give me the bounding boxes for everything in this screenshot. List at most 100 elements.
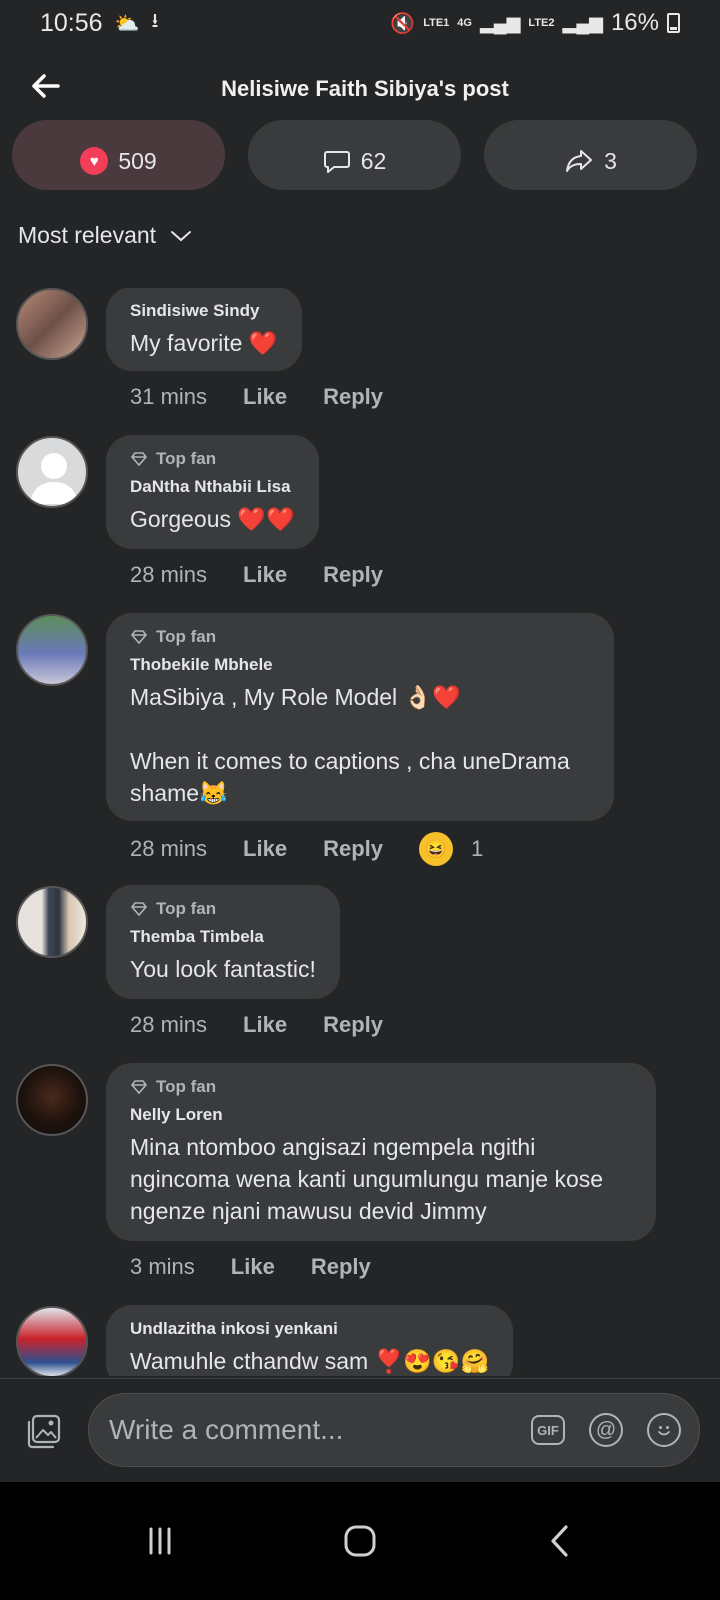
like-button[interactable]: Like <box>243 562 287 588</box>
default-avatar-icon <box>30 453 78 504</box>
system-navigation-bar <box>0 1482 720 1600</box>
share-icon <box>566 150 593 172</box>
mute-icon: 🔇 <box>390 12 416 35</box>
avatar[interactable] <box>16 886 88 958</box>
comment-time: 3 mins <box>130 1254 195 1279</box>
comment-text: Gorgeous ❤️❤️ <box>130 506 295 532</box>
comment-bubble[interactable]: Top fan Thobekile Mbhele MaSibiya , My R… <box>106 613 614 821</box>
like-button[interactable]: Like <box>231 1254 275 1280</box>
avatar[interactable] <box>16 1064 88 1136</box>
comment-text: Mina ntomboo angisazi ngempela ngithi ng… <box>130 1134 604 1224</box>
chevron-left-icon <box>551 1525 568 1557</box>
signal-icon: ▂▄▆ <box>479 12 521 33</box>
gif-button[interactable]: GIF <box>531 1415 565 1445</box>
comment-actions: 28 mins Like Reply 😆 1 <box>130 832 483 866</box>
top-fan-label: Top fan <box>156 627 217 646</box>
comment-icon <box>323 151 350 173</box>
shares-count-button[interactable]: 3 <box>484 120 697 190</box>
comment-count: 62 <box>360 147 387 174</box>
comment-text-line-2: When it comes to captions , cha uneDrama… <box>130 748 570 806</box>
clock: 10:56 <box>40 8 103 37</box>
add-photo-button[interactable] <box>24 1411 64 1451</box>
page-title: Nelisiwe Faith Sibiya's post <box>221 76 509 101</box>
network-label-lte1: LTE1 <box>423 16 450 29</box>
top-fan-label: Top fan <box>156 899 217 918</box>
battery-level: 16% <box>610 9 659 36</box>
recent-apps-icon <box>149 1527 171 1555</box>
top-fan-badge: Top fan <box>130 1077 632 1097</box>
reply-button[interactable]: Reply <box>323 1012 383 1038</box>
comment-actions: 31 mins Like Reply <box>130 384 419 410</box>
avatar[interactable] <box>16 1306 88 1376</box>
photo-icon <box>27 1414 61 1449</box>
smiley-icon <box>658 1426 670 1436</box>
back-button[interactable] <box>28 68 64 104</box>
comment-bubble[interactable]: Sindisiwe Sindy My favorite ❤️ <box>106 288 302 371</box>
diamond-icon <box>130 630 148 645</box>
top-fan-badge: Top fan <box>130 899 316 919</box>
comment-sort-dropdown[interactable]: Most relevant <box>18 222 192 249</box>
comment-actions: 28 mins Like Reply <box>130 1012 419 1038</box>
top-fan-badge: Top fan <box>130 627 590 647</box>
comment-bubble[interactable]: Top fan Themba Timbela You look fantasti… <box>106 885 340 999</box>
comment-bubble[interactable]: Top fan DaNtha Nthabii Lisa Gorgeous ❤️❤… <box>106 435 319 549</box>
haha-icon: 😆 <box>419 832 453 866</box>
comment-author[interactable]: Themba Timbela <box>130 927 316 947</box>
comment-input[interactable] <box>109 1414 531 1446</box>
comment-author[interactable]: Nelly Loren <box>130 1105 632 1125</box>
battery-icon <box>667 13 680 33</box>
top-fan-badge: Top fan <box>130 449 295 469</box>
comment-time: 28 mins <box>130 562 208 587</box>
like-button[interactable]: Like <box>243 836 287 862</box>
composer-icons: GIF @ <box>531 1413 681 1447</box>
signal-icon-2: ▂▄▆ <box>562 12 603 33</box>
comment-author[interactable]: Sindisiwe Sindy <box>130 301 278 321</box>
like-button[interactable]: Like <box>243 384 287 410</box>
reply-button[interactable]: Reply <box>323 562 383 588</box>
reply-button[interactable]: Reply <box>323 384 383 410</box>
comment-actions: 28 mins Like Reply <box>130 562 419 588</box>
avatar[interactable] <box>16 614 88 686</box>
reaction-filter-bar: ♥ 509 62 3 <box>12 120 708 190</box>
emoji-button[interactable] <box>647 1413 681 1447</box>
recent-apps-button[interactable] <box>130 1511 190 1571</box>
comment-bubble[interactable]: Top fan Nelly Loren Mina ntomboo angisaz… <box>106 1063 656 1241</box>
mention-button[interactable]: @ <box>589 1413 623 1447</box>
chevron-down-icon <box>171 230 192 241</box>
weather-icon: ⛅ <box>114 12 140 35</box>
comment-author[interactable]: Thobekile Mbhele <box>130 655 590 675</box>
comment-composer: GIF @ <box>0 1378 720 1482</box>
diamond-icon <box>130 452 148 467</box>
reply-button[interactable]: Reply <box>311 1254 371 1280</box>
comment-author[interactable]: DaNtha Nthabii Lisa <box>130 477 295 497</box>
love-count: 509 <box>118 147 157 174</box>
comment-author[interactable]: Undlazitha inkosi yenkani <box>130 1319 489 1339</box>
love-reactions-button[interactable]: ♥ 509 <box>12 120 225 190</box>
home-button[interactable] <box>330 1511 390 1571</box>
home-icon <box>344 1525 376 1557</box>
sort-label: Most relevant <box>18 222 157 248</box>
comment-text: My favorite ❤️ <box>130 330 278 356</box>
share-count: 3 <box>604 147 617 174</box>
comment-time: 28 mins <box>130 836 208 861</box>
like-button[interactable]: Like <box>243 1012 287 1038</box>
diamond-icon <box>130 1080 148 1095</box>
back-nav-button[interactable] <box>530 1511 590 1571</box>
comment-actions: 3 mins Like Reply <box>130 1254 407 1280</box>
reply-button[interactable]: Reply <box>323 836 383 862</box>
top-fan-label: Top fan <box>156 1077 217 1096</box>
comment-list: Sindisiwe Sindy My favorite ❤️ 31 mins L… <box>0 288 720 1376</box>
comments-count-button[interactable]: 62 <box>248 120 461 190</box>
download-icon: ⭳ <box>151 10 159 32</box>
comment-text: You look fantastic! <box>130 956 316 982</box>
avatar[interactable] <box>16 436 88 508</box>
reaction-summary[interactable]: 😆 1 <box>419 832 483 866</box>
comment-text: Wamuhle cthandw sam ❣️😍😘🤗 <box>130 1348 490 1374</box>
network-label-4g: 4G <box>457 16 472 29</box>
arrow-left-icon <box>32 74 60 98</box>
comment-input-container: GIF @ <box>88 1393 700 1467</box>
avatar[interactable] <box>16 288 88 360</box>
reaction-count: 1 <box>471 836 484 861</box>
comment-bubble[interactable]: Undlazitha inkosi yenkani Wamuhle cthand… <box>106 1305 514 1376</box>
comment-time: 31 mins <box>130 384 208 409</box>
